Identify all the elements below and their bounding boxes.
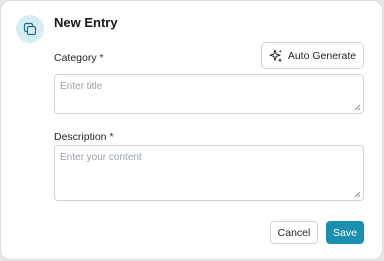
category-input[interactable]: Enter title [54,74,364,114]
description-placeholder: Enter your content [60,152,142,163]
new-entry-dialog: New Entry Category * Auto Generate Enter… [0,0,383,260]
resize-grip-icon[interactable] [354,191,361,198]
sparkles-icon [269,49,283,63]
dialog-title: New Entry [54,15,118,30]
resize-grip-icon[interactable] [354,104,361,111]
save-button[interactable]: Save [326,221,364,244]
auto-generate-label: Auto Generate [287,49,357,62]
category-label: Category * [54,52,104,64]
description-input[interactable]: Enter your content [54,145,364,201]
auto-generate-button[interactable]: Auto Generate [261,42,364,69]
category-placeholder: Enter title [60,81,103,92]
copy-icon [16,15,44,43]
description-label: Description * [54,131,114,143]
cancel-button[interactable]: Cancel [270,221,318,244]
